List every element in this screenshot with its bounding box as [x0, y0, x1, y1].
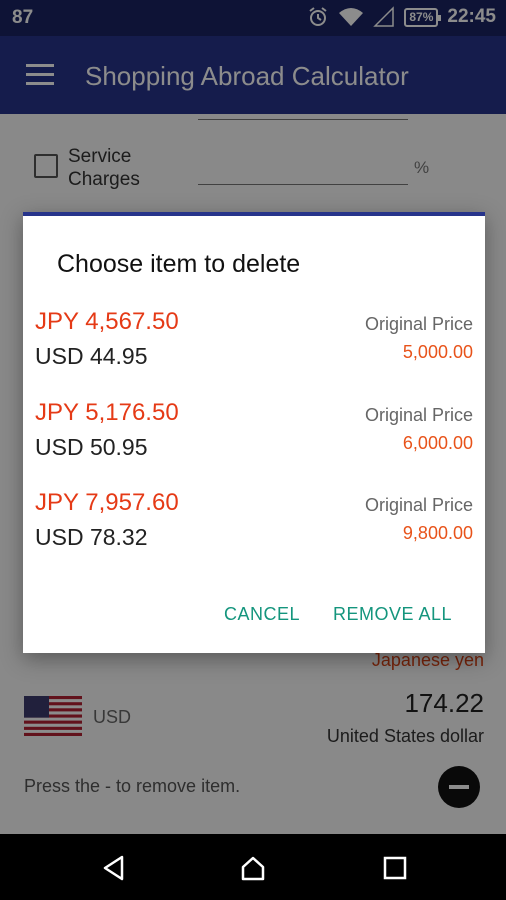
list-item[interactable]: JPY 4,567.50 USD 44.95 Original Price 5,… [23, 308, 485, 388]
original-price-value: 5,000.00 [402, 342, 473, 362]
item-usd-amount: USD 50.95 [35, 434, 148, 460]
list-item[interactable]: JPY 7,957.60 USD 78.32 Original Price 9,… [23, 489, 485, 569]
item-jpy-amount: JPY 7,957.60 [35, 489, 179, 516]
dialog-title: Choose item to delete [57, 250, 301, 278]
original-price-label: Original Price [364, 495, 473, 515]
item-usd-amount: USD 44.95 [35, 343, 148, 369]
item-jpy-amount: JPY 5,176.50 [35, 399, 179, 426]
remove-all-button[interactable]: REMOVE ALL [333, 604, 452, 625]
delete-item-dialog: Choose item to delete JPY 4,567.50 USD 4… [23, 212, 485, 653]
original-price-label: Original Price [364, 314, 473, 334]
recents-icon[interactable] [381, 854, 409, 882]
cancel-button[interactable]: CANCEL [224, 604, 300, 625]
original-price-value: 9,800.00 [402, 523, 473, 543]
navigation-bar [0, 834, 506, 900]
list-item[interactable]: JPY 5,176.50 USD 50.95 Original Price 6,… [23, 399, 485, 479]
original-price-label: Original Price [364, 405, 473, 425]
item-jpy-amount: JPY 4,567.50 [35, 308, 179, 335]
original-price-value: 6,000.00 [402, 433, 473, 453]
home-icon[interactable] [239, 854, 267, 882]
back-icon[interactable] [100, 854, 128, 882]
item-usd-amount: USD 78.32 [35, 524, 148, 550]
